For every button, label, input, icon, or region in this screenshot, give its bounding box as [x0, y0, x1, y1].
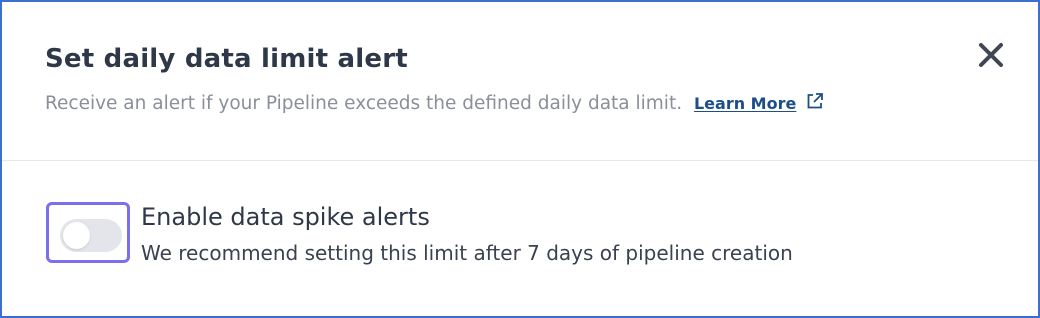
toggle-description: We recommend setting this limit after 7 …: [141, 241, 793, 265]
data-limit-alert-dialog: Set daily data limit alert Receive an al…: [0, 0, 1040, 318]
close-icon: [979, 43, 1003, 67]
toggle-track: [60, 219, 122, 252]
dialog-subtitle-text: Receive an alert if your Pipeline exceed…: [45, 93, 683, 114]
close-button[interactable]: [974, 38, 1008, 72]
dialog-title: Set daily data limit alert: [45, 44, 408, 74]
dialog-subtitle: Receive an alert if your Pipeline exceed…: [45, 91, 825, 114]
dialog-header: Set daily data limit alert Receive an al…: [2, 2, 1038, 161]
toggle-knob: [63, 222, 90, 249]
data-spike-alerts-toggle[interactable]: [46, 202, 130, 263]
dialog-body: Enable data spike alerts We recommend se…: [2, 161, 1038, 316]
external-link-icon[interactable]: [805, 91, 825, 111]
toggle-label: Enable data spike alerts: [141, 203, 430, 231]
learn-more-link[interactable]: Learn More: [694, 94, 796, 113]
